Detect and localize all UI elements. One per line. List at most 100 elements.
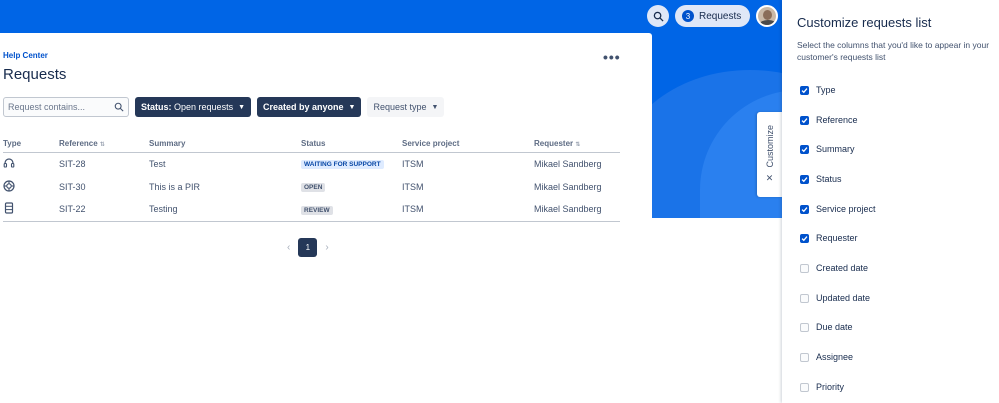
option-label: Type	[816, 85, 836, 95]
search-button[interactable]	[647, 5, 669, 27]
table-row[interactable]: SIT-30 This is a PIR OPEN ITSM Mikael Sa…	[3, 175, 620, 198]
request-type-label: Request type	[373, 102, 427, 112]
sort-icon: ⇅	[99, 142, 105, 149]
checkbox-checked[interactable]	[800, 233, 809, 243]
column-header-service-project: Service project	[402, 136, 534, 153]
column-option-created-date[interactable]: Created date	[800, 263, 868, 273]
option-label: Status	[816, 174, 842, 184]
column-option-summary[interactable]: Summary	[800, 144, 855, 154]
checkbox-unchecked[interactable]	[800, 382, 809, 392]
check-icon	[801, 176, 808, 182]
created-by-label: Created by anyone	[263, 102, 344, 112]
more-actions-button[interactable]: •••	[603, 49, 621, 65]
status-cell: REVIEW	[301, 198, 402, 222]
table-row[interactable]: SIT-22 Testing REVIEW ITSM Mikael Sandbe…	[3, 198, 620, 222]
created-by-filter[interactable]: Created by anyone ▼	[257, 97, 362, 117]
requests-table: Type Reference ⇅ Summary Status Service …	[3, 136, 620, 222]
reference-link[interactable]: SIT-22	[59, 198, 149, 222]
option-label: Requester	[816, 233, 858, 243]
checkbox-unchecked[interactable]	[800, 263, 809, 273]
reference-link[interactable]: SIT-28	[59, 152, 149, 175]
checkbox-checked[interactable]	[800, 204, 809, 214]
previous-page-icon[interactable]: ‹	[287, 242, 290, 253]
filter-bar: Request contains... Status: Open request…	[3, 97, 445, 117]
requester-cell: Mikael Sandberg	[534, 181, 602, 192]
project-cell: ITSM	[402, 181, 424, 192]
reference-link[interactable]: SIT-30	[59, 175, 149, 198]
close-icon[interactable]: ✕	[766, 173, 774, 184]
panel-description: Select the columns that you'd like to ap…	[797, 40, 990, 62]
check-icon	[801, 206, 808, 212]
avatar[interactable]	[756, 5, 779, 27]
search-input[interactable]: Request contains...	[3, 97, 129, 117]
search-icon	[114, 102, 124, 112]
next-page-icon[interactable]: ›	[325, 242, 328, 253]
column-option-due-date[interactable]: Due date	[800, 322, 853, 332]
checkbox-checked[interactable]	[800, 85, 809, 95]
column-option-status[interactable]: Status	[800, 174, 842, 184]
check-icon	[801, 146, 808, 152]
summary-cell[interactable]: This is a PIR	[149, 175, 301, 198]
check-icon	[801, 117, 808, 123]
option-label: Priority	[816, 382, 845, 392]
column-option-updated-date[interactable]: Updated date	[800, 293, 870, 303]
project-cell: ITSM	[402, 158, 424, 169]
column-option-reference[interactable]: Reference	[800, 115, 858, 125]
status-badge: WAITING FOR SUPPORT	[301, 160, 384, 170]
column-header-summary: Summary	[149, 136, 301, 153]
requests-button[interactable]: 3 Requests	[675, 5, 751, 27]
requests-button-label: Requests	[699, 10, 742, 22]
column-header-requester[interactable]: Requester ⇅	[534, 136, 620, 153]
column-option-assignee[interactable]: Assignee	[800, 352, 853, 362]
column-header-status: Status	[301, 136, 402, 153]
option-label: Created date	[816, 263, 869, 273]
page-title: Requests	[3, 66, 67, 83]
page-button-current[interactable]: 1	[298, 238, 318, 257]
column-header-reference[interactable]: Reference ⇅	[59, 136, 149, 153]
status-filter-prefix: Status:	[141, 102, 172, 112]
breadcrumb[interactable]: Help Center	[3, 51, 48, 60]
option-label: Due date	[816, 322, 853, 332]
sort-icon: ⇅	[575, 142, 581, 149]
requester-cell: Mikael Sandberg	[534, 198, 620, 222]
customize-tab-label: Customize	[764, 124, 775, 168]
table-header-row: Type Reference ⇅ Summary Status Service …	[3, 136, 620, 153]
status-cell: WAITING FOR SUPPORT	[301, 152, 402, 175]
status-badge: OPEN	[301, 183, 326, 192]
search-icon	[653, 11, 664, 22]
status-cell: OPEN	[301, 175, 402, 198]
server-icon	[4, 202, 14, 214]
column-option-type[interactable]: Type	[800, 85, 836, 95]
chevron-down-icon: ▼	[348, 103, 356, 111]
panel-title: Customize requests list	[797, 15, 932, 30]
type-cell	[3, 198, 59, 222]
status-badge: REVIEW	[301, 205, 333, 215]
option-label: Service project	[816, 204, 876, 214]
option-label: Assignee	[816, 352, 854, 362]
chevron-down-icon: ▼	[431, 103, 439, 111]
status-filter[interactable]: Status: Open requests ▼	[135, 97, 252, 117]
type-cell	[3, 152, 59, 175]
lifebuoy-icon	[3, 179, 15, 192]
option-label: Updated date	[816, 293, 871, 303]
checkbox-unchecked[interactable]	[800, 293, 809, 303]
project-cell: ITSM	[402, 198, 534, 222]
column-option-requester[interactable]: Requester	[800, 233, 858, 243]
check-icon	[801, 87, 808, 93]
pagination: ‹ 1 ›	[287, 238, 329, 257]
checkbox-unchecked[interactable]	[800, 352, 809, 362]
customize-tab[interactable]: Customize ✕	[757, 112, 782, 197]
column-option-service-project[interactable]: Service project	[800, 204, 876, 214]
table-row[interactable]: SIT-28 Test WAITING FOR SUPPORT ITSM Mik…	[3, 152, 620, 175]
checkbox-checked[interactable]	[800, 144, 809, 154]
column-header-type: Type	[3, 136, 59, 153]
option-label: Reference	[816, 115, 858, 125]
summary-cell[interactable]: Testing	[149, 198, 301, 222]
requester-cell: Mikael Sandberg	[534, 158, 602, 169]
column-option-priority[interactable]: Priority	[800, 382, 844, 392]
checkbox-unchecked[interactable]	[800, 322, 809, 332]
checkbox-checked[interactable]	[800, 174, 809, 184]
checkbox-checked[interactable]	[800, 115, 809, 125]
summary-cell[interactable]: Test	[149, 152, 301, 175]
request-type-filter[interactable]: Request type ▼	[367, 97, 445, 117]
